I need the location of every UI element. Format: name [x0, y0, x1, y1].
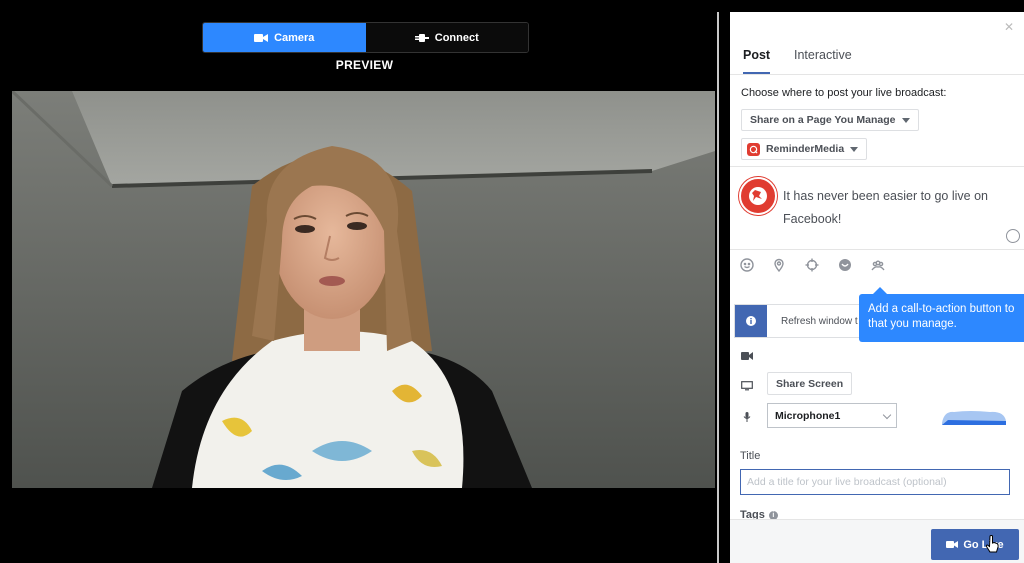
post-description-text[interactable]: It has never been easier to go live on F…: [783, 185, 1003, 231]
smiley-icon[interactable]: [740, 258, 754, 272]
source-mode-toggle: Camera Connect: [202, 22, 529, 53]
page-avatar: [739, 177, 777, 215]
pushpin-icon: [749, 187, 767, 205]
microphone-select-value: Microphone1: [775, 409, 841, 422]
close-icon[interactable]: ✕: [1004, 20, 1014, 34]
microphone-select[interactable]: Microphone1: [767, 403, 897, 428]
video-camera-icon: [741, 348, 753, 360]
target-icon[interactable]: [805, 258, 819, 272]
call-to-action-tooltip: Add a call-to-action button to that you …: [859, 294, 1024, 342]
location-pin-icon[interactable]: [772, 258, 786, 273]
connect-mode-button[interactable]: Connect: [365, 23, 528, 52]
video-camera-icon: [254, 33, 269, 42]
tab-interactive[interactable]: Interactive: [794, 48, 852, 72]
plug-icon: [414, 33, 429, 42]
panel-divider: [717, 12, 719, 563]
panel-tabs: Post Interactive: [730, 48, 1024, 75]
monitor-icon: [741, 378, 753, 391]
connect-mode-label: Connect: [434, 31, 479, 44]
share-location-prompt: Choose where to post your live broadcast…: [741, 87, 947, 99]
go-live-button[interactable]: Go Live: [931, 529, 1019, 560]
panel-footer: Go Live: [730, 519, 1024, 563]
refresh-notice: Refresh window t: [734, 304, 866, 338]
remindermedia-logo-icon: [747, 142, 760, 156]
video-camera-icon: [946, 541, 959, 548]
title-label: Title: [740, 450, 761, 462]
page-select-dropdown[interactable]: ReminderMedia: [741, 138, 868, 160]
preview-area: Camera Connect PREVIEW: [0, 0, 718, 563]
share-screen-button[interactable]: Share Screen: [767, 372, 853, 395]
chevron-down-icon: [882, 410, 892, 420]
page-select-value: ReminderMedia: [766, 143, 845, 155]
audio-level-meter: [942, 411, 1006, 425]
post-composer[interactable]: It has never been easier to go live on F…: [730, 166, 1024, 250]
emoji-picker-icon[interactable]: [1006, 229, 1020, 243]
post-tools-row: [730, 258, 1024, 278]
camera-mode-button[interactable]: Camera: [203, 23, 366, 52]
camera-preview-video: [12, 91, 715, 488]
people-icon[interactable]: [871, 258, 885, 272]
camera-feed-image: [12, 91, 715, 488]
sticker-icon[interactable]: [838, 258, 852, 272]
preview-heading: PREVIEW: [335, 58, 394, 72]
tooltip-line-2: that you manage.: [868, 318, 957, 330]
broadcast-title-input[interactable]: [740, 469, 1010, 495]
refresh-notice-text: Refresh window t: [781, 315, 858, 327]
tooltip-line-1: Add a call-to-action button to: [868, 303, 1015, 315]
hand-cursor-icon: [985, 535, 999, 553]
share-destination-value: Share on a Page You Manage: [750, 114, 896, 126]
camera-mode-label: Camera: [274, 31, 315, 44]
share-destination-dropdown[interactable]: Share on a Page You Manage: [741, 109, 919, 131]
info-icon: [735, 305, 767, 337]
caret-down-icon: [901, 117, 910, 123]
caret-down-icon: [850, 146, 859, 152]
microphone-icon: [741, 409, 753, 422]
tab-post[interactable]: Post: [743, 48, 771, 74]
tooltip-arrow: [873, 287, 887, 294]
